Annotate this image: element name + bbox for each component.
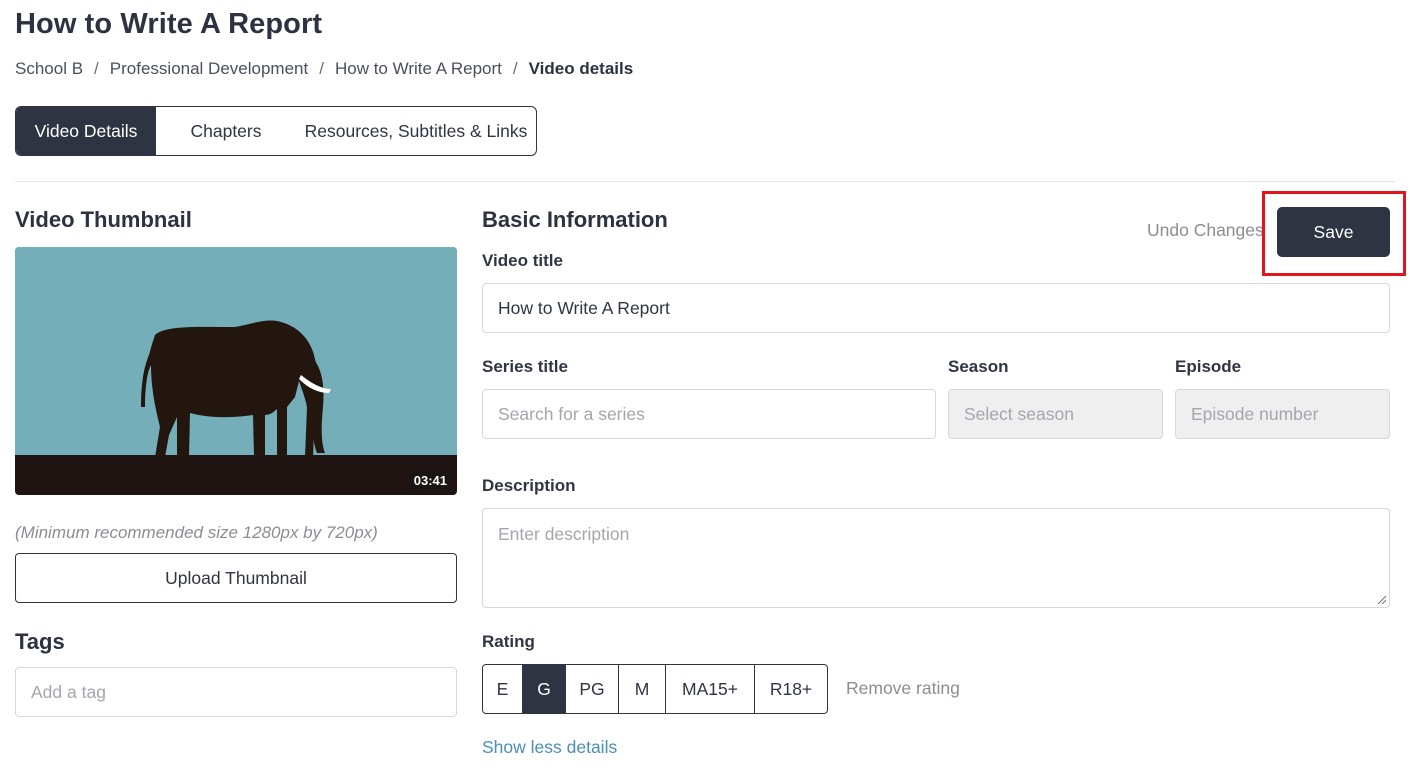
series-title-label: Series title (482, 357, 568, 376)
breadcrumb-item-school[interactable]: School B (15, 59, 83, 79)
tab-bar: Video Details Chapters Resources, Subtit… (15, 106, 537, 156)
series-search-input[interactable]: Search for a series (482, 389, 936, 439)
video-title-label: Video title (482, 251, 563, 270)
thumbnail-image (15, 247, 457, 495)
tags-heading: Tags (15, 629, 65, 654)
undo-changes-button[interactable]: Undo Changes (1147, 220, 1264, 241)
tab-video-details[interactable]: Video Details (16, 107, 156, 155)
rating-option-e[interactable]: E (483, 665, 523, 713)
rating-option-g[interactable]: G (523, 665, 566, 713)
description-textarea[interactable]: Enter description (482, 508, 1390, 608)
description-placeholder: Enter description (498, 524, 630, 544)
rating-option-ma15[interactable]: MA15+ (666, 665, 755, 713)
rating-label: Rating (482, 632, 535, 651)
description-label: Description (482, 476, 576, 495)
video-thumbnail-heading: Video Thumbnail (15, 207, 192, 232)
video-duration-badge: 03:41 (408, 471, 452, 490)
rating-selector: E G PG M MA15+ R18+ (482, 664, 828, 714)
episode-number-input[interactable]: Episode number (1175, 389, 1390, 439)
breadcrumb-separator: / (319, 59, 324, 78)
tags-input[interactable]: Add a tag (15, 667, 457, 717)
show-less-details-link[interactable]: Show less details (482, 737, 617, 758)
breadcrumb-item-video[interactable]: How to Write A Report (335, 59, 502, 79)
season-label: Season (948, 357, 1009, 376)
tab-resources-subtitles-links[interactable]: Resources, Subtitles & Links (296, 107, 536, 155)
video-thumbnail[interactable]: 03:41 (15, 247, 457, 495)
breadcrumb-current: Video details (528, 59, 634, 78)
upload-thumbnail-button[interactable]: Upload Thumbnail (15, 553, 457, 603)
resize-handle-icon[interactable] (1376, 594, 1386, 604)
rating-option-pg[interactable]: PG (566, 665, 619, 713)
remove-rating-button[interactable]: Remove rating (846, 678, 960, 699)
basic-information-heading: Basic Information (482, 207, 668, 232)
page-title: How to Write A Report (15, 8, 323, 40)
section-divider (15, 181, 1395, 182)
breadcrumb-separator: / (94, 59, 99, 78)
thumbnail-size-hint: (Minimum recommended size 1280px by 720p… (15, 523, 378, 542)
save-highlight-box (1262, 191, 1406, 276)
episode-label: Episode (1175, 357, 1242, 376)
breadcrumb-separator: / (512, 59, 518, 78)
rating-option-r18[interactable]: R18+ (755, 665, 827, 713)
tab-chapters[interactable]: Chapters (156, 107, 296, 155)
breadcrumb-item-professional-development[interactable]: Professional Development (110, 59, 308, 79)
rating-option-m[interactable]: M (619, 665, 666, 713)
season-select[interactable]: Select season (948, 389, 1163, 439)
video-title-input[interactable]: How to Write A Report (482, 283, 1390, 333)
thumbnail-ground (15, 455, 457, 495)
breadcrumb: School B / Professional Development / Ho… (15, 59, 633, 79)
